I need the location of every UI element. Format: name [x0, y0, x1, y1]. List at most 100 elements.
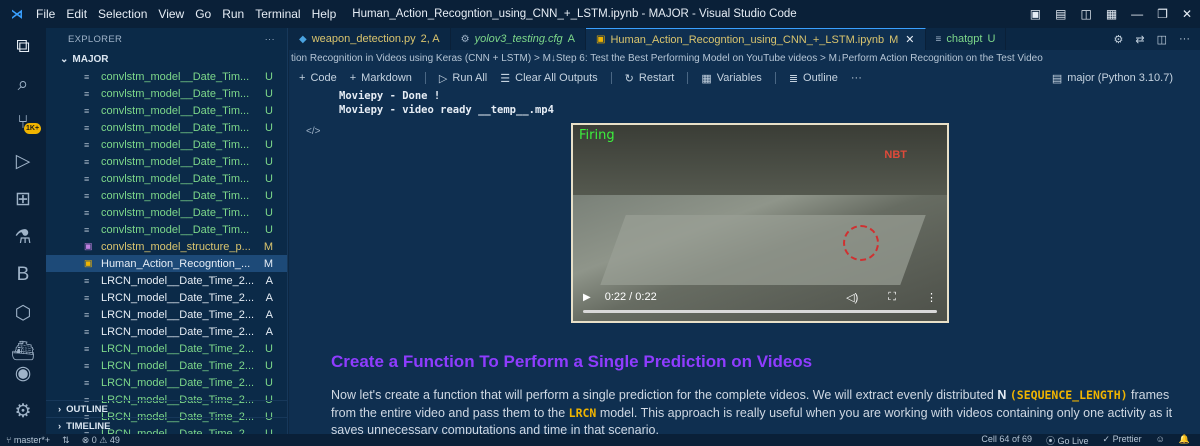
git-status-badge: U [265, 359, 273, 372]
more-toolbar-button[interactable]: ··· [851, 72, 862, 84]
menu-terminal[interactable]: Terminal [255, 7, 300, 21]
tab-notebook[interactable]: ▣ Human_Action_Recogntion_using_CNN_+_LST… [586, 28, 926, 50]
file-item[interactable]: ≡ convlstm_model__Date_Tim... U [46, 119, 287, 136]
file-item[interactable]: ▣ Human_Action_Recogntion_... M [46, 255, 287, 272]
file-item[interactable]: ≡ LRCN_model__Date_Time_2... U [46, 357, 287, 374]
close-icon[interactable]: ✕ [1182, 7, 1192, 21]
file-item[interactable]: ≡ convlstm_model__Date_Tim... U [46, 68, 287, 85]
search-icon[interactable]: ⌕ [0, 66, 46, 104]
git-status-badge: U [265, 155, 273, 168]
menu-selection[interactable]: Selection [98, 7, 147, 21]
tab-weapon-detection[interactable]: ◆ weapon_detection.py 2, A [289, 28, 451, 50]
file-item[interactable]: ≡ convlstm_model__Date_Tim... U [46, 136, 287, 153]
tab-chatgpt[interactable]: ≡ chatgpt U [926, 28, 1007, 50]
menu-go[interactable]: Go [195, 7, 211, 21]
git-status-badge: U [265, 121, 273, 134]
settings-gear-icon[interactable]: ⚙ [0, 392, 46, 430]
file-item[interactable]: ≡ LRCN_model__Date_Time_2... A [46, 272, 287, 289]
copilot-icon[interactable]: ⚙ [1114, 33, 1124, 46]
broadcast-icon: ⦿ [1045, 435, 1058, 446]
workspace-folder[interactable]: ⌄ MAJOR [46, 50, 287, 68]
extensions-icon[interactable]: ⊞ [0, 180, 46, 218]
file-item[interactable]: ≡ convlstm_model__Date_Tim... U [46, 170, 287, 187]
prettier-button[interactable]: ✓ Prettier [1103, 434, 1142, 446]
tab-yolov3-cfg[interactable]: ⚙ yolov3_testing.cfg A [451, 28, 587, 50]
variables-button[interactable]: ▦ Variables [701, 72, 761, 85]
remote-explorer-icon[interactable]: B [0, 256, 46, 294]
timeline-section[interactable]: › TIMELINE [46, 417, 287, 434]
file-item[interactable]: ▣ convlstm_model_structure_p... M [46, 238, 287, 255]
file-item[interactable]: ≡ LRCN_model__Date_Time_2... A [46, 289, 287, 306]
menu-edit[interactable]: Edit [66, 7, 87, 21]
notifications-icon[interactable]: 🔔 [1179, 434, 1190, 446]
problems-indicator[interactable]: ⊗ 0 ⚠ 49 [82, 435, 120, 446]
volume-icon[interactable]: ◁) [846, 291, 858, 304]
breadcrumb[interactable]: tion Recognition in Videos using Keras (… [289, 50, 1200, 67]
more-actions-icon[interactable]: ··· [1179, 33, 1190, 45]
kernel-picker[interactable]: ▤ major (Python 3.10.7) [1052, 72, 1187, 85]
file-item[interactable]: ≡ convlstm_model__Date_Tim... U [46, 187, 287, 204]
file-item[interactable]: ≡ convlstm_model__Date_Tim... U [46, 85, 287, 102]
toggle-secondary-sidebar-icon[interactable]: ◫ [1080, 7, 1091, 21]
compare-icon[interactable]: ⇄ [1135, 33, 1144, 46]
video-player[interactable]: Firing NBT ▶ 0:22 / 0:22 ◁) ⛶ ⋮ [571, 123, 949, 323]
menu-file[interactable]: File [36, 7, 55, 21]
file-item[interactable]: ≡ LRCN_model__Date_Time_2... A [46, 323, 287, 340]
split-editor-icon[interactable]: ◫ [1157, 33, 1167, 46]
run-all-button[interactable]: ▷ Run All [439, 72, 487, 85]
outline-section[interactable]: › OUTLINE [46, 400, 287, 417]
play-icon[interactable]: ▶ [583, 292, 591, 303]
restart-icon: ↻ [624, 72, 634, 85]
restore-icon[interactable]: ❐ [1157, 7, 1168, 21]
add-code-cell-button[interactable]: + Code [299, 72, 337, 84]
file-item[interactable]: ≡ LRCN_model__Date_Time_2... U [46, 374, 287, 391]
more-actions-icon[interactable]: ··· [265, 34, 275, 45]
fullscreen-icon[interactable]: ⛶ [888, 291, 896, 304]
testing-icon[interactable]: ⚗ [0, 218, 46, 256]
account-icon[interactable]: ◉ [0, 354, 46, 392]
outline-button[interactable]: ≣ Outline [789, 72, 838, 85]
output-line: Moviepy - video ready __temp__.mp4 [339, 104, 554, 116]
add-markdown-cell-button[interactable]: + Markdown [350, 72, 412, 84]
variables-icon: ▦ [701, 72, 712, 85]
toggle-sidebar-icon[interactable]: ▣ [1030, 7, 1041, 21]
video-progress-bar[interactable] [583, 310, 937, 313]
run-debug-icon[interactable]: ▷ [0, 142, 46, 180]
explorer-icon[interactable]: ⧉ [0, 28, 46, 66]
file-item[interactable]: ≡ convlstm_model__Date_Tim... U [46, 102, 287, 119]
warning-icon: ⚠ [99, 434, 110, 445]
clear-outputs-button[interactable]: ☰ Clear All Outputs [500, 72, 597, 85]
menu-view[interactable]: View [158, 7, 184, 21]
file-icon: ≡ [84, 275, 90, 286]
minimize-icon[interactable]: — [1131, 7, 1143, 21]
file-item[interactable]: ≡ LRCN_model__Date_Time_2... A [46, 306, 287, 323]
menu-help[interactable]: Help [312, 7, 337, 21]
channel-watermark: NBT [884, 149, 907, 161]
cell-indicator[interactable]: Cell 64 of 69 [981, 434, 1032, 446]
file-icon: ≡ [84, 173, 90, 184]
kernel-icon: ▤ [1051, 72, 1063, 85]
more-options-icon[interactable]: ⋮ [926, 291, 937, 304]
file-item[interactable]: ≡ convlstm_model__Date_Tim... U [46, 221, 287, 238]
file-item[interactable]: ≡ convlstm_model__Date_Tim... U [46, 153, 287, 170]
plus-icon: + [299, 72, 306, 84]
branch-indicator[interactable]: ⑂ master*+ [6, 435, 50, 446]
file-icon: ≡ [84, 139, 90, 150]
chevron-right-icon: › [58, 420, 62, 432]
toggle-panel-icon[interactable]: ▤ [1055, 7, 1066, 21]
git-status-badge: U [265, 206, 273, 219]
status-bar: ⑂ master*+ ⇅ ⊗ 0 ⚠ 49 Cell 64 of 69 ⦿ Go… [0, 434, 1200, 446]
menu-run[interactable]: Run [222, 7, 244, 21]
feedback-icon[interactable]: ☺ [1156, 434, 1165, 446]
restart-button[interactable]: ↻ Restart [625, 72, 675, 85]
chevron-down-icon: ⌄ [60, 53, 69, 65]
source-control-icon[interactable]: ⑂ 1K+ [0, 104, 46, 142]
file-item[interactable]: ≡ convlstm_model__Date_Tim... U [46, 204, 287, 221]
customize-layout-icon[interactable]: ▦ [1106, 7, 1117, 21]
sync-icon[interactable]: ⇅ [62, 435, 70, 446]
go-live-button[interactable]: ⦿ Go Live [1046, 434, 1089, 446]
file-item[interactable]: ≡ LRCN_model__Date_Time_2... U [46, 340, 287, 357]
close-tab-icon[interactable]: ✕ [905, 33, 914, 46]
packages-icon[interactable]: ⬡ [0, 294, 46, 332]
file-name: convlstm_model__Date_Tim... [101, 70, 250, 83]
